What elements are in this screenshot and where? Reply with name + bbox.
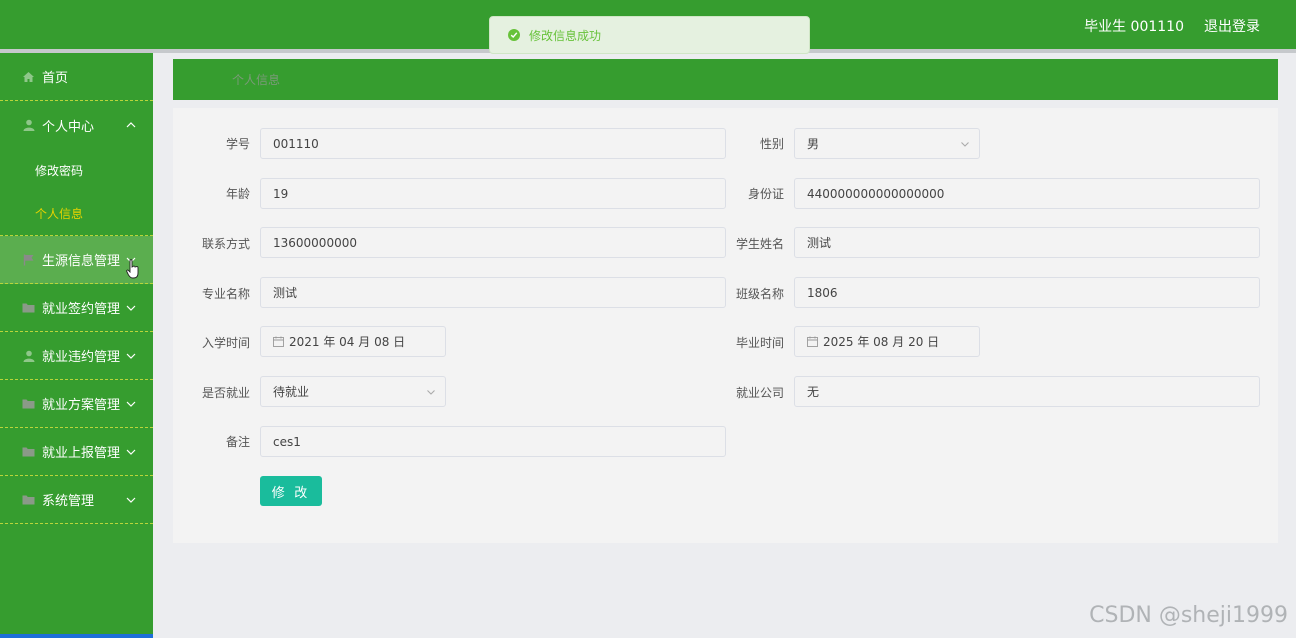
sidebar-item-label: 首页: [42, 71, 69, 86]
employed-label: 是否就业: [201, 386, 250, 400]
remark-input[interactable]: ces1: [260, 426, 726, 457]
student-id-input[interactable]: 001110: [260, 128, 726, 159]
sidebar-bottom-bar: [0, 634, 153, 638]
chevron-up-icon: [126, 122, 136, 128]
remark-value: ces1: [273, 434, 301, 449]
toast-message: 修改信息成功: [529, 28, 602, 43]
home-icon: [22, 71, 35, 83]
sidebar-item-label: 就业方案管理: [42, 398, 121, 413]
class-name-label: 班级名称: [735, 287, 784, 301]
calendar-icon: [807, 336, 818, 347]
major-input[interactable]: 测试: [260, 277, 726, 308]
student-name-input[interactable]: 测试: [794, 227, 1260, 258]
class-name-value: 1806: [807, 285, 838, 300]
gender-label: 性别: [759, 137, 784, 151]
sidebar-item-label: 个人中心: [42, 119, 95, 135]
logout-link[interactable]: 退出登录: [1204, 16, 1260, 36]
sidebar-subitem-personal-info[interactable]: 个人信息: [0, 192, 153, 235]
grad-date-picker[interactable]: 2025 年 08 月 20 日: [794, 326, 980, 357]
company-input[interactable]: 无: [794, 376, 1260, 407]
sidebar-item-employment-breach[interactable]: 就业违约管理: [0, 332, 153, 380]
grad-date-label: 毕业时间: [735, 336, 784, 350]
folder-icon: [22, 446, 35, 458]
id-card-input[interactable]: 440000000000000000: [794, 178, 1260, 209]
sidebar-item-employment-plan[interactable]: 就业方案管理: [0, 380, 153, 428]
sidebar-item-label: 系统管理: [42, 494, 95, 509]
id-card-value: 440000000000000000: [807, 186, 945, 201]
company-label: 就业公司: [735, 386, 784, 400]
success-toast: 修改信息成功: [489, 16, 810, 54]
student-id-label: 学号: [225, 137, 250, 151]
employed-select[interactable]: 待就业: [260, 376, 446, 407]
grad-date-value: 2025 年 08 月 20 日: [823, 335, 940, 349]
age-value: 19: [273, 186, 289, 201]
top-right-group: 毕业生 001110 退出登录: [1084, 16, 1260, 36]
sidebar-item-employment-contract[interactable]: 就业签约管理: [0, 284, 153, 332]
class-name-input[interactable]: 1806: [794, 277, 1260, 308]
sidebar-item-label: 就业上报管理: [42, 446, 121, 461]
folder-icon: [22, 302, 35, 314]
age-input[interactable]: 19: [260, 178, 726, 209]
age-label: 年龄: [225, 187, 250, 201]
flag-icon: [22, 254, 35, 266]
submit-button[interactable]: 修 改: [260, 476, 322, 506]
sidebar-item-label: 生源信息管理: [42, 254, 121, 269]
check-circle-icon: [508, 29, 520, 41]
major-value: 测试: [273, 286, 298, 300]
personal-center-submenu: 修改密码 个人信息: [0, 149, 153, 236]
user-icon: [22, 350, 35, 362]
sidebar-subitem-change-password[interactable]: 修改密码: [0, 149, 153, 192]
remark-label: 备注: [225, 435, 250, 449]
enroll-date-value: 2021 年 04 月 08 日: [289, 335, 406, 349]
sidebar-item-personal-center[interactable]: 个人中心: [0, 101, 153, 149]
chevron-down-icon: [126, 353, 136, 359]
page-header: 个人信息: [173, 59, 1278, 100]
contact-value: 13600000000: [273, 235, 357, 250]
contact-input[interactable]: 13600000000: [260, 227, 726, 258]
watermark: CSDN @sheji1999: [1089, 603, 1288, 628]
chevron-down-icon: [126, 401, 136, 407]
employed-value: 待就业: [273, 385, 310, 399]
sidebar-item-system[interactable]: 系统管理: [0, 476, 153, 524]
id-card-label: 身份证: [747, 187, 784, 201]
enroll-date-picker[interactable]: 2021 年 04 月 08 日: [260, 326, 446, 357]
sidebar-item-label: 就业签约管理: [42, 302, 121, 317]
sidebar-item-home[interactable]: 首页: [0, 53, 153, 101]
chevron-down-icon: [961, 142, 969, 147]
chevron-down-icon: [126, 449, 136, 455]
sidebar-item-label: 就业违约管理: [42, 350, 121, 365]
chevron-down-icon: [427, 390, 435, 395]
sidebar-item-employment-report[interactable]: 就业上报管理: [0, 428, 153, 476]
student-name-label: 学生姓名: [735, 237, 784, 251]
major-label: 专业名称: [201, 287, 250, 301]
calendar-icon: [273, 336, 284, 347]
folder-icon: [22, 398, 35, 410]
contact-label: 联系方式: [201, 237, 250, 251]
student-id-value: 001110: [273, 136, 319, 151]
hand-cursor-icon: [126, 259, 139, 279]
user-icon: [22, 119, 35, 131]
gender-select[interactable]: 男: [794, 128, 980, 159]
folder-icon: [22, 494, 35, 506]
current-user: 毕业生 001110: [1084, 19, 1184, 35]
page-title: 个人信息: [232, 73, 281, 87]
chevron-down-icon: [126, 305, 136, 311]
chevron-down-icon: [126, 497, 136, 503]
sidebar: 首页 个人中心 修改密码 个人信息 生源信息管理 就业签约管理 就业违约管理 就…: [0, 53, 153, 638]
enroll-date-label: 入学时间: [201, 336, 250, 350]
company-value: 无: [807, 385, 820, 399]
gender-value: 男: [807, 137, 820, 151]
student-name-value: 测试: [807, 236, 832, 250]
